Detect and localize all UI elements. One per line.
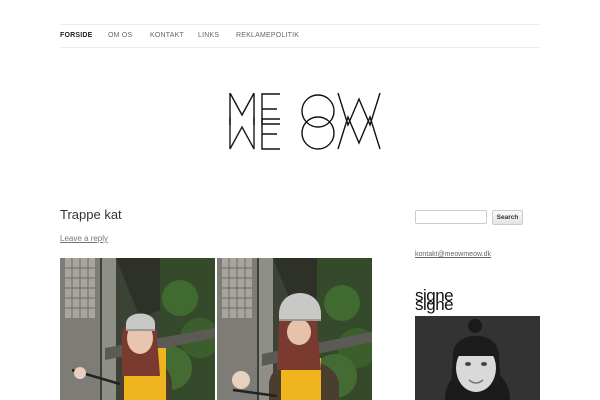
nav-item-om-os[interactable]: OM OS (108, 25, 132, 47)
nav-item-reklamepolitik[interactable]: REKLAMEPOLITIK (236, 25, 299, 47)
leave-reply-link[interactable]: Leave a reply (60, 234, 108, 243)
post-photo-1 (60, 258, 215, 400)
widget-title-signe-echo: signe (415, 295, 454, 314)
contact-email-link[interactable]: kontakt@meowmeow.dk (415, 251, 491, 258)
profile-photo (415, 316, 540, 400)
nav-item-kontakt[interactable]: KONTAKT (150, 25, 184, 47)
site-logo[interactable] (228, 92, 388, 151)
nav-item-forside[interactable]: FORSIDE (60, 25, 93, 47)
post-title[interactable]: Trappe kat (60, 207, 122, 222)
search-button[interactable]: Search (492, 210, 523, 225)
main-navigation: FORSIDE OM OS KONTAKT LINKS REKLAMEPOLIT… (60, 24, 540, 48)
post-photo-2 (217, 258, 372, 400)
meow-logo-icon (229, 92, 381, 150)
nav-item-links[interactable]: LINKS (198, 25, 219, 47)
search-input[interactable] (415, 210, 487, 224)
